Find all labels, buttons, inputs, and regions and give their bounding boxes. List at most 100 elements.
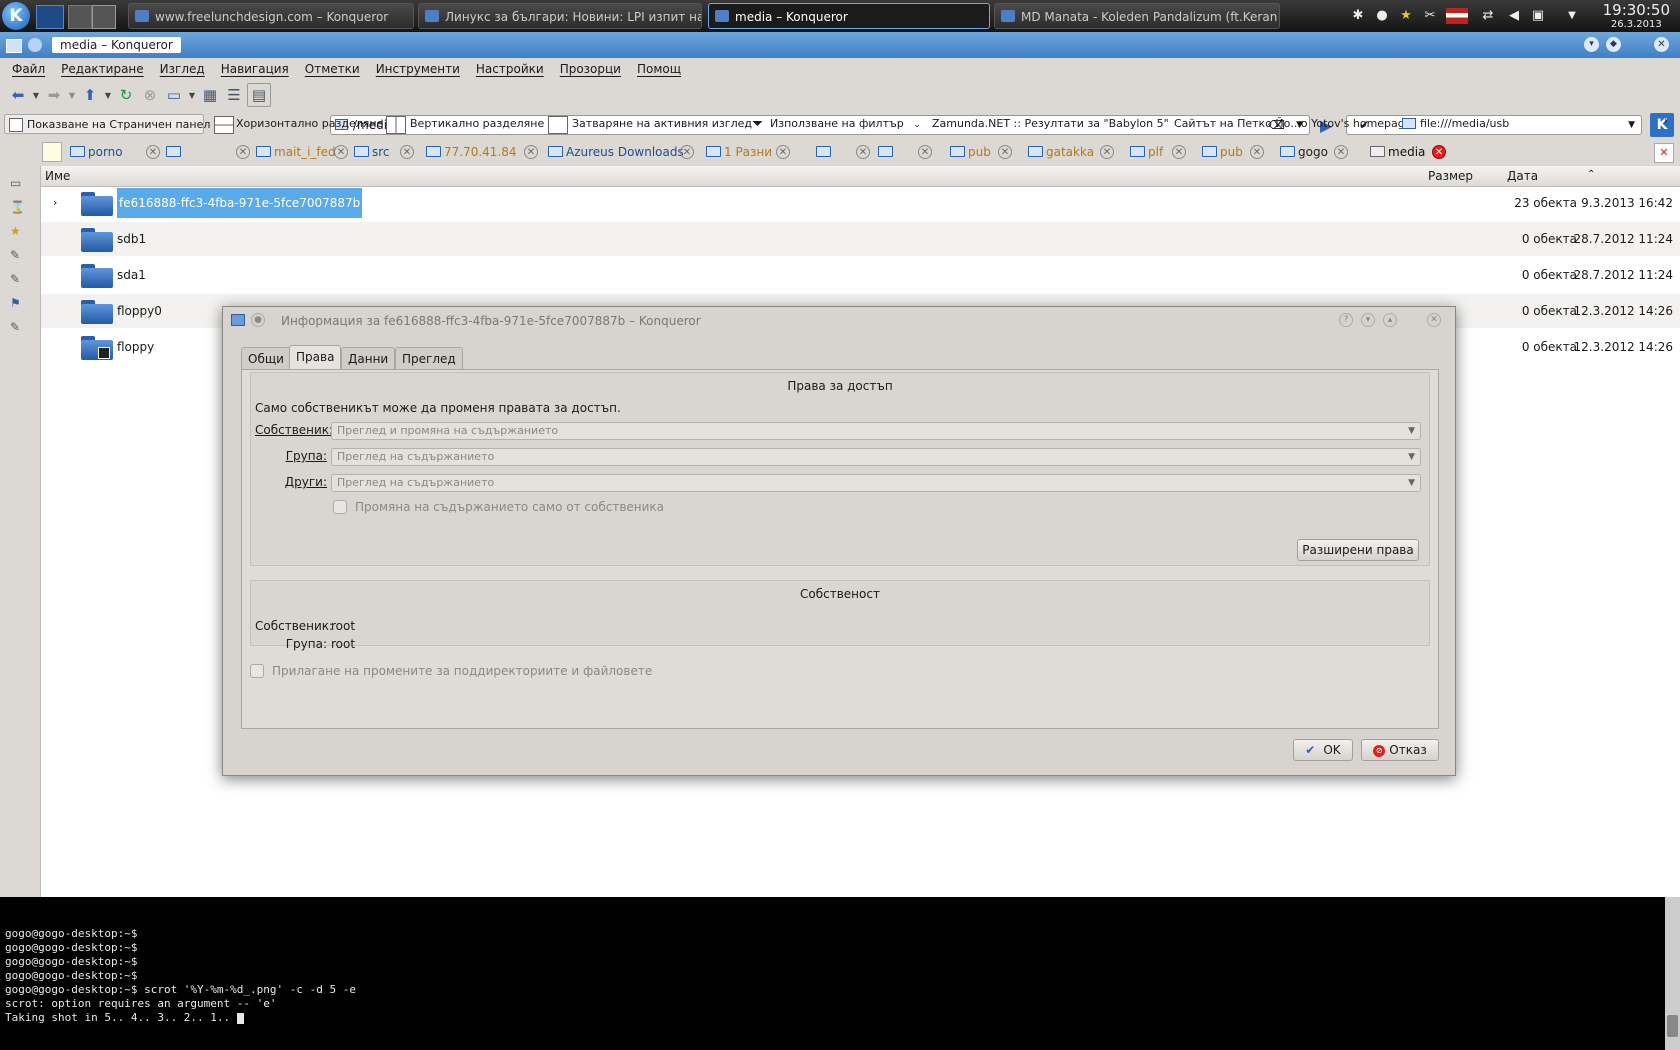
close-button[interactable]: ✕ — [1654, 37, 1669, 52]
group-permission-select[interactable]: Преглед на съдържанието ▼ — [331, 448, 1421, 466]
expand-arrow-icon[interactable]: › — [53, 196, 57, 209]
advanced-permissions-button[interactable]: Разширени права — [1297, 539, 1419, 561]
desktop-icon[interactable] — [36, 5, 64, 29]
sidebar-services-icon[interactable]: ✎ — [10, 272, 26, 288]
detail-view-icon[interactable]: ☰ — [223, 84, 245, 106]
tab-close-icon[interactable]: ✕ — [1250, 145, 1264, 159]
dialog-close-icon[interactable]: ✕ — [1427, 313, 1441, 327]
tab-close-icon[interactable]: ✕ — [1432, 145, 1446, 159]
bookmark-yotov[interactable]: Сайтът на Петко Йо...o Yotov's homepage — [1174, 114, 1412, 134]
tab-pub-2[interactable]: pub ✕ — [1200, 141, 1266, 163]
dialog-maximize-icon[interactable]: ▴ — [1383, 313, 1397, 327]
list-item[interactable]: › fe616888-ffc3-4fba-971e-5fce7007887b 2… — [41, 186, 1680, 220]
tab-close-icon[interactable]: ✕ — [680, 145, 694, 159]
task-md-manata[interactable]: MD Manata - Koleden Pandalizum (ft.Keran — [994, 3, 1280, 29]
home-icon[interactable]: ▭ — [163, 84, 185, 106]
close-tab-icon[interactable]: ✕ — [1654, 143, 1674, 163]
tab-close-icon[interactable]: ✕ — [1100, 145, 1114, 159]
dialog-sticky-button[interactable]: ● — [251, 313, 265, 327]
menu-tools[interactable]: Инструменти — [368, 58, 468, 80]
icon-view-icon[interactable]: ▦ — [199, 84, 221, 106]
volume-icon[interactable]: ◀ — [1506, 8, 1522, 24]
tab-src[interactable]: src ✕ — [352, 141, 416, 163]
forward-history-icon[interactable]: ▼ — [67, 84, 77, 106]
bookmarks-overflow-icon[interactable]: › — [1664, 116, 1668, 127]
terminal-scrollbar[interactable] — [1665, 897, 1680, 1050]
tab-preview[interactable]: Преглед — [395, 347, 463, 370]
menu-help[interactable]: Помощ — [629, 58, 689, 80]
tab-permissions[interactable]: Права — [289, 345, 342, 371]
column-date[interactable]: Дата — [1507, 169, 1538, 183]
tab-close-icon[interactable]: ✕ — [1172, 145, 1186, 159]
apply-recursive-checkbox[interactable] — [250, 664, 264, 678]
sidebar-notes-icon[interactable]: ✎ — [10, 248, 26, 264]
sticky-button[interactable] — [28, 38, 42, 52]
list-item[interactable]: sda1 0 обекта 28.7.2012 11:24 — [41, 258, 1680, 292]
tab-close-icon[interactable]: ✕ — [146, 145, 160, 159]
bookmark-zamunda[interactable]: Zamunda.NET :: Резултати за "Babylon 5" — [932, 114, 1169, 134]
tab-data[interactable]: Данни — [341, 347, 396, 370]
bookmark-filter[interactable]: ⏷ Използване на филтър ⌄ — [748, 114, 921, 134]
tab-azureus[interactable]: Azureus Downloads ✕ — [546, 141, 696, 163]
clock[interactable]: 19:30:50 26.3.2013 — [1603, 1, 1670, 30]
tab-plf[interactable]: plf ✕ — [1128, 141, 1188, 163]
up-history-icon[interactable]: ▼ — [103, 84, 113, 106]
column-size[interactable]: Размер — [1428, 169, 1473, 183]
tab-ip[interactable]: 77.70.41.84 ✕ — [424, 141, 540, 163]
task-linux-bg[interactable]: Линукс за българи: Новини: LPI изпит на … — [418, 3, 702, 29]
menu-windows[interactable]: Прозорци — [552, 58, 629, 80]
tab-close-icon[interactable]: ✕ — [998, 145, 1012, 159]
up-icon[interactable]: ⬆ — [79, 84, 101, 106]
tab-media[interactable]: media ✕ — [1368, 141, 1448, 163]
pager-2[interactable] — [92, 5, 116, 29]
sidebar-history-icon[interactable]: ⌛ — [10, 200, 26, 216]
menu-view[interactable]: Изглед — [152, 58, 213, 80]
view-mode-dropdown-icon[interactable]: ▼ — [187, 84, 197, 106]
minimize-button[interactable]: ▾ — [1584, 37, 1599, 52]
owner-permission-select[interactable]: Преглед и промяна на съдържанието ▼ — [331, 422, 1421, 440]
stop-icon[interactable]: ⊗ — [139, 84, 161, 106]
sidebar-network-icon[interactable]: ⚑ — [10, 296, 26, 312]
forward-icon[interactable]: ➡ — [43, 84, 65, 106]
network-monitor-icon[interactable]: ● — [1374, 8, 1390, 24]
bookmark-close-view[interactable]: Затваряне на активния изглед — [546, 114, 752, 134]
tab-general[interactable]: Общи — [241, 347, 291, 370]
tab-gatakka[interactable]: gatakka ✕ — [1026, 141, 1116, 163]
window-titlebar[interactable]: media – Konqueror ▾ ◆ ✕ — [0, 32, 1680, 58]
bluetooth-icon[interactable]: ✱ — [1350, 8, 1366, 24]
tab-close-icon[interactable]: ✕ — [776, 145, 790, 159]
pager-1[interactable] — [68, 5, 92, 29]
tab-porno[interactable]: porno ✕ — [68, 141, 162, 163]
sidebar-root-icon[interactable]: ✎ — [10, 320, 26, 336]
bookmark-split-vertical[interactable]: Вертикално разделяне — [384, 114, 544, 134]
klipper-icon[interactable]: ✂ — [1422, 8, 1438, 24]
tab-close-icon[interactable]: ✕ — [334, 145, 348, 159]
help-icon[interactable]: ? — [1339, 313, 1353, 327]
tab-unnamed-1[interactable]: ✕ — [164, 141, 252, 163]
tray-expand-icon[interactable]: ▼ — [1564, 8, 1580, 24]
tab-close-icon[interactable]: ✕ — [856, 145, 870, 159]
column-name[interactable]: Име — [45, 169, 70, 183]
new-tab-icon[interactable] — [42, 142, 62, 162]
task-freelunch[interactable]: www.freelunchdesign.com – Konqueror — [128, 3, 414, 29]
kde-menu-icon[interactable]: K — [2, 2, 30, 30]
task-media[interactable]: media – Konqueror — [708, 3, 990, 29]
tab-unnamed-3[interactable]: ✕ — [876, 141, 934, 163]
others-permission-select[interactable]: Преглед на съдържанието ▼ — [331, 474, 1421, 492]
list-item[interactable]: sdb1 0 обекта 28.7.2012 11:24 — [41, 222, 1680, 256]
menu-file[interactable]: Файл — [4, 58, 53, 80]
only-owner-checkbox[interactable] — [333, 500, 347, 514]
tab-gogo[interactable]: gogo ✕ — [1278, 141, 1350, 163]
tab-close-icon[interactable]: ✕ — [236, 145, 250, 159]
star-icon[interactable]: ★ — [1398, 8, 1414, 24]
tab-unnamed-2[interactable]: ✕ — [814, 141, 872, 163]
sidebar-bookmarks-icon[interactable]: ▭ — [10, 176, 26, 192]
tab-close-icon[interactable]: ✕ — [918, 145, 932, 159]
menu-settings[interactable]: Настройки — [468, 58, 552, 80]
window-menu-icon[interactable] — [6, 39, 22, 53]
terminal-panel[interactable]: gogo@gogo-desktop:~$ gogo@gogo-desktop:~… — [0, 897, 1665, 1050]
bookmark-split-horizontal[interactable]: Хоризонтално разделяне — [212, 114, 383, 134]
bookmark-media-usb[interactable]: file:///media/usb — [1400, 114, 1509, 134]
dialog-minimize-icon[interactable]: ▾ — [1361, 313, 1375, 327]
keyboard-layout-icon[interactable] — [1446, 8, 1468, 24]
